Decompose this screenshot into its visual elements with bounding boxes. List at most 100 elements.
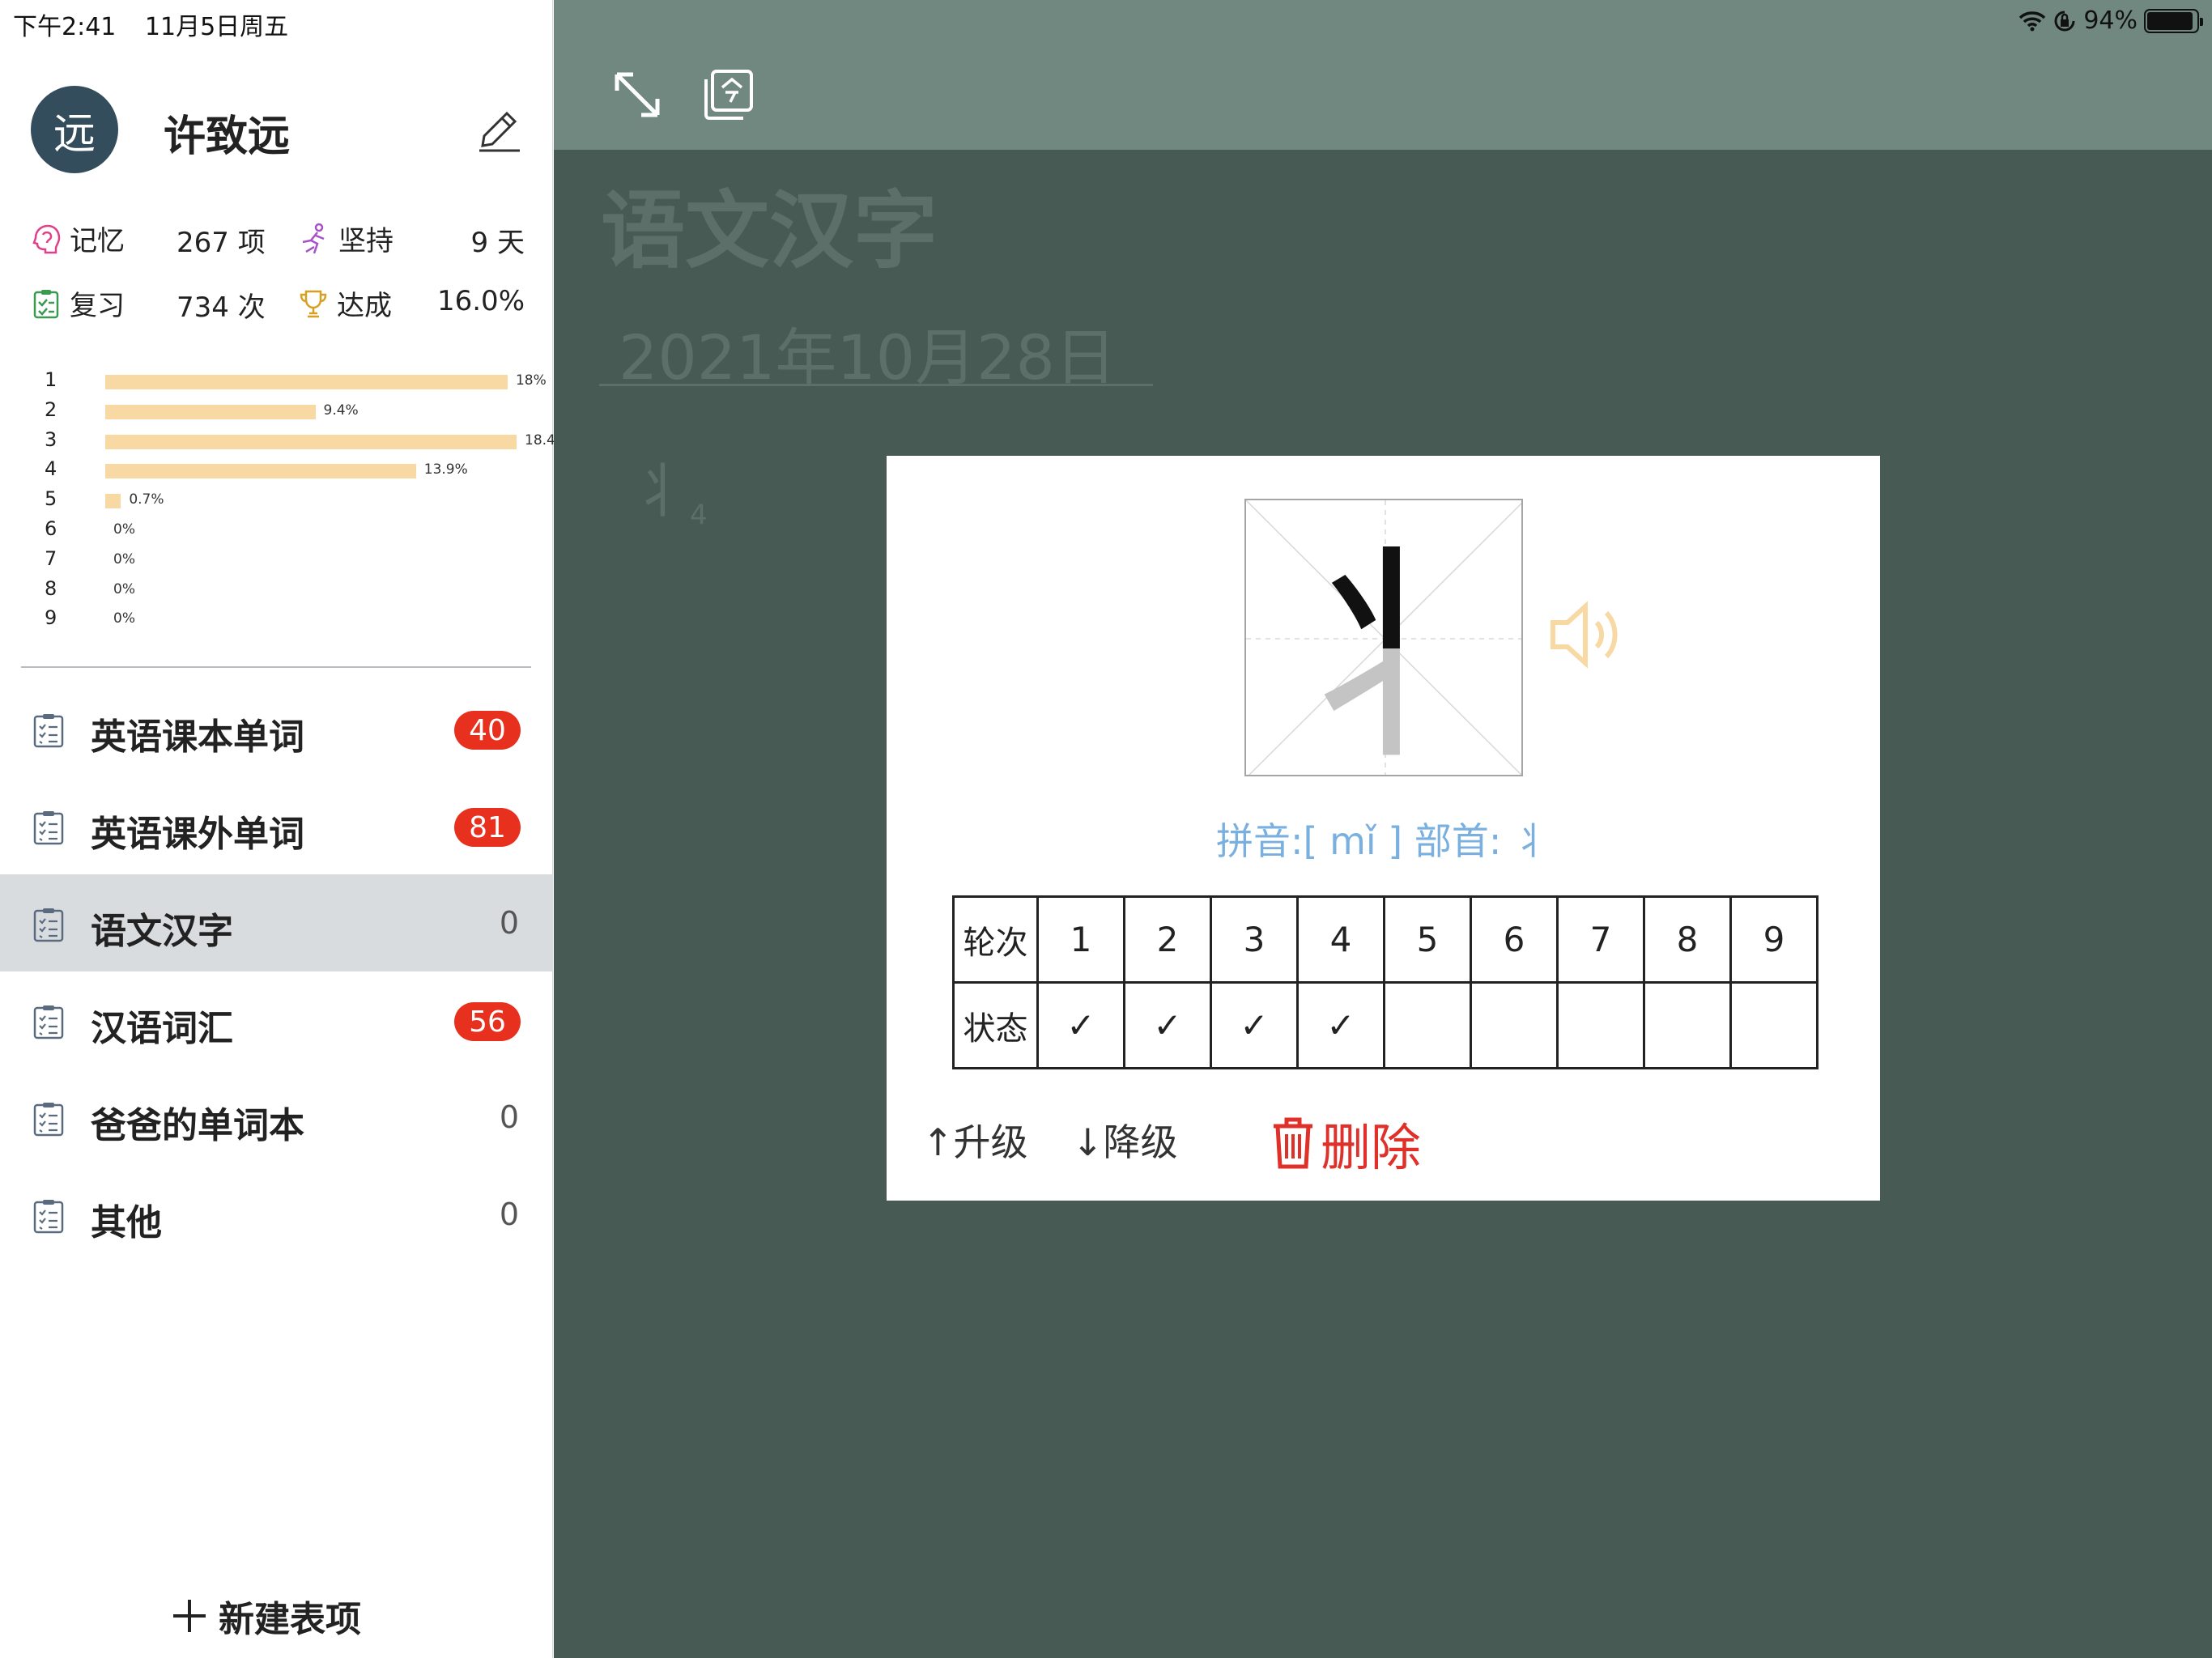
stat-achieve: 达成 xyxy=(298,283,392,323)
count-badge: 81 xyxy=(454,808,521,847)
clipboard-list-icon xyxy=(33,1005,64,1039)
list-item[interactable]: 英语课本单词 40 xyxy=(0,680,553,777)
bar-row: 1 18% xyxy=(45,368,547,398)
bar-row: 6 0% xyxy=(45,517,538,547)
stat-row-2: 复习 734 次 达成 16.0% xyxy=(31,277,525,342)
char-entry-round: 4 xyxy=(690,499,708,532)
expand-icon[interactable] xyxy=(609,66,666,123)
dialog-actions: ↑升级 ↓降级 删除 xyxy=(922,1107,1845,1177)
vocab-list: 英语课本单词 40 英语课外单词 81 语文汉字 0 汉语词汇 56 爸爸的单词本 0 其他 0 xyxy=(0,680,553,1263)
top-toolbar: 94% xyxy=(554,0,2212,150)
new-item-button[interactable]: 新建表项 xyxy=(170,1590,361,1642)
battery-icon xyxy=(2144,8,2203,33)
stats-panel: 记忆 267 项 坚持 9 天 复习 734 次 达成 16.0% xyxy=(31,212,525,342)
bar-category-label: 3 xyxy=(45,427,57,451)
bar-value-label: 0% xyxy=(113,521,135,538)
round-status-cell xyxy=(1643,981,1732,1069)
round-number: 3 xyxy=(1210,895,1299,984)
clipboard-list-icon xyxy=(33,908,64,942)
bar-category-label: 8 xyxy=(45,576,57,600)
bar-category-label: 5 xyxy=(45,487,57,511)
status-row: 状态 ✓ ✓ ✓ ✓ xyxy=(952,981,1819,1069)
bar xyxy=(105,494,121,509)
battery-percent: 94% xyxy=(2083,6,2138,35)
round-status-cell: ✓ xyxy=(1210,981,1299,1069)
bar-category-label: 4 xyxy=(45,457,57,481)
runner-icon xyxy=(302,223,325,253)
stat-memory-value: 267 项 xyxy=(177,227,266,259)
stat-review: 复习 xyxy=(31,283,125,323)
char-entry-char: 丬 xyxy=(632,457,691,525)
speaker-icon[interactable] xyxy=(1548,598,1629,671)
card-switch-icon[interactable] xyxy=(700,66,756,123)
round-status-cell: ✓ xyxy=(1123,981,1212,1069)
date-underline xyxy=(599,384,1153,386)
clipboard-list-icon xyxy=(33,714,64,748)
character-grid: 丬 丬 xyxy=(1244,499,1523,776)
round-number: 1 xyxy=(1036,895,1125,984)
character-detail-dialog: 丬 丬 拼音:[ mǐ ] 部首: 丬 轮次 123456789 状态 ✓ ✓ ✓ ✓… xyxy=(887,456,1880,1201)
bar-row: 4 13.9% xyxy=(45,457,538,487)
bar-value-label: 0% xyxy=(113,580,135,597)
list-item-label: 其他 xyxy=(91,1202,162,1244)
stat-row-1: 记忆 267 项 坚持 9 天 xyxy=(31,212,525,277)
list-item[interactable]: 语文汉字 0 xyxy=(0,874,553,971)
list-item-label: 语文汉字 xyxy=(91,911,233,952)
list-item-label: 英语课本单词 xyxy=(91,716,304,758)
downgrade-button[interactable]: ↓降级 xyxy=(1072,1113,1178,1167)
page-title: 语文汉字 xyxy=(601,181,938,280)
stat-review-label: 复习 xyxy=(70,290,125,322)
round-status-cell xyxy=(1383,981,1472,1069)
wifi-icon xyxy=(2019,11,2046,31)
clipboard-check-icon xyxy=(33,289,59,318)
bar-value-label: 13.9% xyxy=(423,461,468,478)
bar xyxy=(105,434,517,449)
avatar[interactable]: 远 xyxy=(31,86,118,173)
main-panel: 94% 语文汉字 2021年10月28日 丬4 丬 丬 拼音:[mǐ] 部首… xyxy=(554,0,2212,1658)
status-date: 11月5日周五 xyxy=(144,13,289,41)
trash-icon xyxy=(1274,1117,1312,1169)
sidebar: 下午2:41 11月5日周五 远 许致远 记忆 267 项 坚持 9 天 复习 … xyxy=(0,0,568,1658)
list-item[interactable]: 汉语词汇 56 xyxy=(0,971,553,1069)
stat-achieve-value: 16.0% xyxy=(436,285,525,317)
plus-icon xyxy=(173,1600,206,1632)
round-status-cell: ✓ xyxy=(1036,981,1125,1069)
delete-button[interactable]: 删除 xyxy=(1270,1107,1421,1180)
round-number: 8 xyxy=(1643,895,1732,984)
stat-persist: 坚持 xyxy=(298,219,393,258)
bar-value-label: 0.7% xyxy=(129,491,164,508)
edit-icon[interactable] xyxy=(473,104,525,155)
rounds-row: 轮次 123456789 xyxy=(952,895,1819,984)
round-distribution-chart: 1 18% 2 9.4% 3 18.4% 4 13.9% 5 0.7% 6 0% 7 0% 8 0% 9 0% xyxy=(45,368,568,636)
round-status-cell xyxy=(1729,981,1819,1069)
bar-value-label: 0% xyxy=(113,551,135,568)
list-item[interactable]: 爸爸的单词本 0 xyxy=(0,1069,553,1166)
count-label: 0 xyxy=(499,905,519,941)
list-item-label: 英语课外单词 xyxy=(91,814,304,855)
profile-header: 远 许致远 xyxy=(31,86,525,175)
bar xyxy=(105,375,508,389)
char-entry[interactable]: 丬4 xyxy=(632,444,708,531)
bar-category-label: 7 xyxy=(45,546,57,570)
round-number: 7 xyxy=(1556,895,1645,984)
bar-value-label: 9.4% xyxy=(323,402,359,419)
bar-row: 5 0.7% xyxy=(45,487,538,517)
clipboard-list-icon xyxy=(33,1200,64,1234)
rounds-header: 轮次 xyxy=(952,895,1039,984)
orientation-lock-icon xyxy=(2054,11,2075,31)
count-label: 0 xyxy=(499,1197,519,1232)
stat-memory: 记忆 xyxy=(31,219,125,258)
count-badge: 40 xyxy=(454,711,521,750)
bar-category-label: 6 xyxy=(45,517,57,540)
list-item[interactable]: 其他 0 xyxy=(0,1166,553,1263)
upgrade-button[interactable]: ↑升级 xyxy=(922,1113,1028,1167)
list-item[interactable]: 英语课外单词 81 xyxy=(0,777,553,874)
bar-category-label: 1 xyxy=(45,368,57,391)
trophy-icon xyxy=(300,290,327,317)
bar-value-label: 18% xyxy=(515,372,547,389)
round-status-table: 轮次 123456789 状态 ✓ ✓ ✓ ✓ xyxy=(952,895,1819,1069)
pinyin-radical: 拼音:[ mǐ ] 部首: 丬 xyxy=(1216,819,1551,863)
stat-persist-label: 坚持 xyxy=(338,225,393,257)
count-label: 0 xyxy=(499,1099,519,1135)
bar-value-label: 0% xyxy=(113,610,135,627)
